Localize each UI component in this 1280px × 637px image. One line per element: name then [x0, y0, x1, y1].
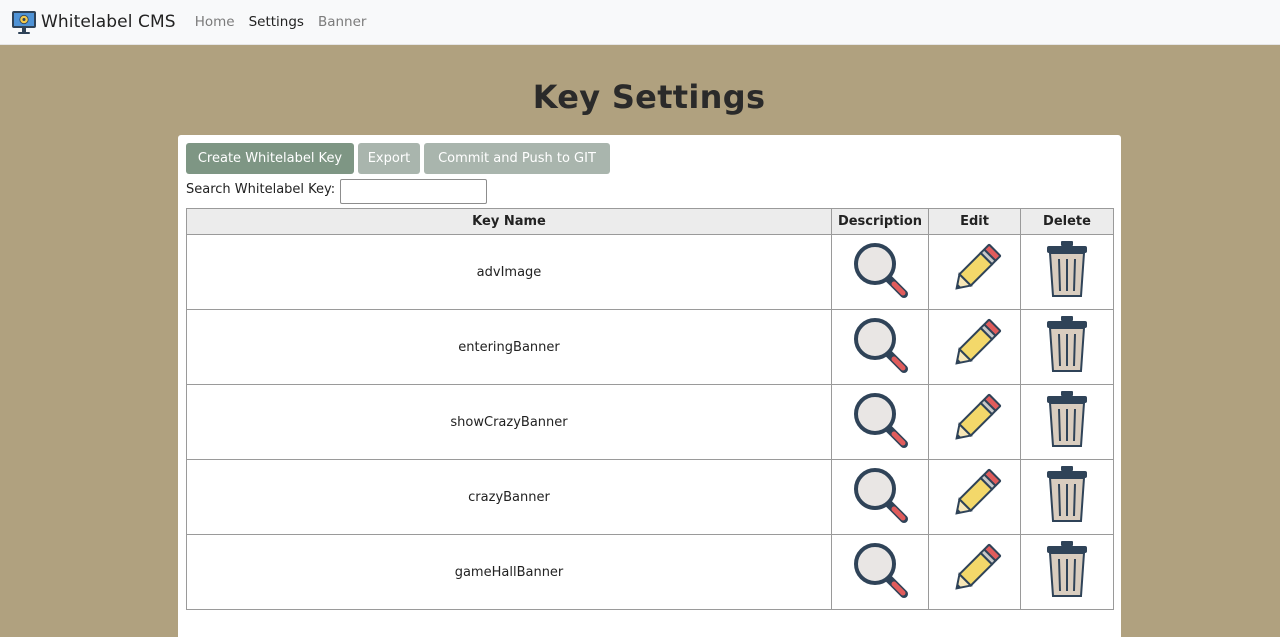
key-name-cell: crazyBanner — [186, 459, 832, 535]
edit-cell — [928, 384, 1021, 460]
header-key-name: Key Name — [186, 208, 832, 235]
magnifier-icon[interactable] — [850, 315, 910, 375]
table-row: crazyBanner — [186, 459, 1114, 535]
description-cell — [831, 534, 929, 610]
magnifier-icon[interactable] — [850, 240, 910, 300]
pencil-icon[interactable] — [945, 390, 1005, 450]
table-row: showCrazyBanner — [186, 384, 1114, 460]
brand-title: Whitelabel CMS — [41, 12, 176, 32]
key-name: crazyBanner — [468, 489, 550, 505]
key-name: showCrazyBanner — [450, 414, 568, 430]
trash-icon[interactable] — [1037, 315, 1097, 375]
table-body: advImage enteringBanner showCrazyBanner … — [186, 234, 1114, 610]
table-row: enteringBanner — [186, 309, 1114, 385]
description-cell — [831, 309, 929, 385]
description-cell — [831, 459, 929, 535]
edit-cell — [928, 459, 1021, 535]
key-name-cell: enteringBanner — [186, 309, 832, 385]
pencil-icon[interactable] — [945, 315, 1005, 375]
trash-icon[interactable] — [1037, 540, 1097, 600]
edit-cell — [928, 309, 1021, 385]
magnifier-icon[interactable] — [850, 540, 910, 600]
delete-cell — [1020, 234, 1114, 310]
delete-cell — [1020, 459, 1114, 535]
header-edit: Edit — [928, 208, 1021, 235]
settings-panel: Create Whitelabel Key Export Commit and … — [178, 135, 1121, 637]
delete-cell — [1020, 384, 1114, 460]
export-button[interactable]: Export — [358, 143, 420, 174]
search-label: Search Whitelabel Key: — [186, 182, 336, 197]
nav-banner[interactable]: Banner — [318, 14, 367, 30]
delete-cell — [1020, 309, 1114, 385]
trash-icon[interactable] — [1037, 240, 1097, 300]
header-description: Description — [831, 208, 929, 235]
keys-table: Key Name Description Edit Delete advImag… — [186, 208, 1114, 610]
edit-cell — [928, 234, 1021, 310]
nav-home[interactable]: Home — [195, 14, 235, 30]
commit-push-button[interactable]: Commit and Push to GIT — [424, 143, 610, 174]
search-input[interactable] — [340, 179, 487, 204]
delete-cell — [1020, 534, 1114, 610]
key-name: gameHallBanner — [454, 564, 564, 580]
key-name-cell: showCrazyBanner — [186, 384, 832, 460]
table-header-row: Key Name Description Edit Delete — [186, 208, 1114, 235]
trash-icon[interactable] — [1037, 465, 1097, 525]
pencil-icon[interactable] — [945, 240, 1005, 300]
description-cell — [831, 384, 929, 460]
nav-settings[interactable]: Settings — [249, 14, 304, 30]
create-key-button[interactable]: Create Whitelabel Key — [186, 143, 354, 174]
top-navbar: Whitelabel CMS Home Settings Banner — [0, 0, 1280, 45]
header-delete: Delete — [1020, 208, 1114, 235]
page-title: Key Settings — [532, 78, 766, 116]
pencil-icon[interactable] — [945, 465, 1005, 525]
magnifier-icon[interactable] — [850, 390, 910, 450]
table-row: gameHallBanner — [186, 534, 1114, 610]
key-name-cell: gameHallBanner — [186, 534, 832, 610]
description-cell — [831, 234, 929, 310]
brand-link[interactable]: Whitelabel CMS — [11, 9, 176, 35]
key-name-cell: advImage — [186, 234, 832, 310]
magnifier-icon[interactable] — [850, 465, 910, 525]
trash-icon[interactable] — [1037, 390, 1097, 450]
key-name: advImage — [476, 264, 542, 280]
edit-cell — [928, 534, 1021, 610]
table-row: advImage — [186, 234, 1114, 310]
monitor-gear-icon — [11, 9, 37, 35]
key-name: enteringBanner — [458, 339, 560, 355]
pencil-icon[interactable] — [945, 540, 1005, 600]
